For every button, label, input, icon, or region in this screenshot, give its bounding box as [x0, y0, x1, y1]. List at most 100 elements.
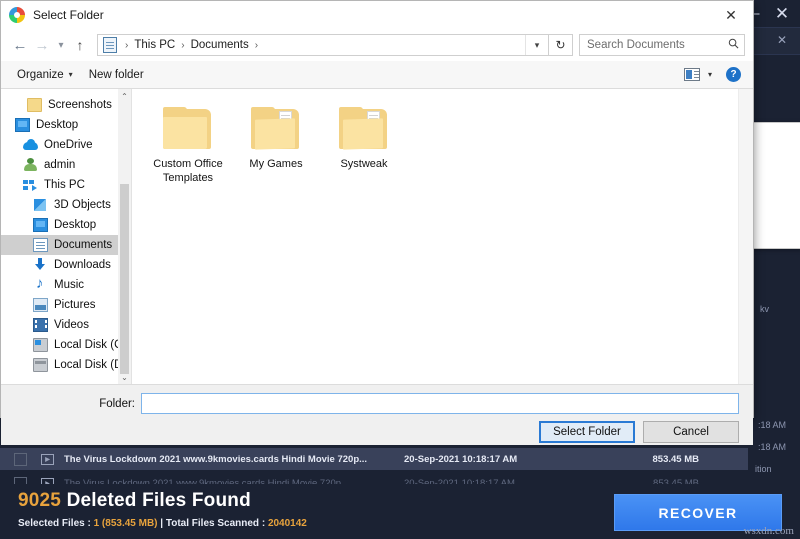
tree-item-admin[interactable]: admin: [1, 155, 131, 175]
tree-item-videos[interactable]: Videos: [1, 315, 131, 335]
dialog-button-row: Select Folder Cancel: [1, 414, 753, 443]
tree-item-label: Pictures: [54, 299, 96, 311]
search-box[interactable]: [579, 34, 745, 56]
search-input[interactable]: [580, 38, 722, 52]
folder-field-label: Folder:: [99, 397, 135, 410]
table-row[interactable]: ▶ The Virus Lockdown 2021 www.9kmovies.c…: [0, 448, 748, 470]
watermark: wsxdn.com: [743, 525, 794, 537]
open-folder-icon: [337, 105, 391, 151]
tree-item-3d-objects[interactable]: 3D Objects: [1, 195, 131, 215]
disk-d-icon: [33, 358, 48, 372]
monitor-icon: [15, 118, 30, 132]
scrollbar-thumb[interactable]: [120, 184, 129, 374]
folder-content-pane: Custom Office Templates My Games Systwea…: [132, 89, 753, 384]
deleted-files-count: 9025: [18, 490, 62, 511]
info-popup-text: ...maged or ...t it. ...ore than ...n. .…: [753, 123, 800, 243]
folder-input[interactable]: [142, 396, 738, 411]
tree-list: Screenshots Desktop OneDrive admin This …: [1, 89, 131, 375]
close-icon[interactable]: ✕: [768, 1, 796, 25]
back-button[interactable]: ←: [9, 33, 31, 57]
info-popup-line: ...t it.: [753, 179, 800, 193]
tree-item-onedrive[interactable]: OneDrive: [1, 135, 131, 155]
organize-button[interactable]: Organize ▾: [9, 69, 81, 81]
3d-objects-icon: [33, 198, 48, 212]
app-logo-icon: [9, 7, 25, 23]
file-date: 20-Sep-2021 10:18:17 AM: [404, 453, 518, 465]
chevron-down-icon: ▾: [68, 70, 73, 79]
tree-item-pictures[interactable]: Pictures: [1, 295, 131, 315]
tree-item-screenshots[interactable]: Screenshots: [1, 95, 131, 115]
breadcrumb-item-this-pc[interactable]: This PC: [132, 39, 177, 51]
info-popup-line: ...n.: [753, 207, 800, 221]
select-folder-button[interactable]: Select Folder: [539, 421, 635, 443]
up-button[interactable]: ↑: [69, 33, 91, 57]
dialog-body: Screenshots Desktop OneDrive admin This …: [1, 89, 753, 384]
row-checkbox[interactable]: [14, 452, 27, 466]
side-snippet: kv: [760, 304, 769, 314]
refresh-button[interactable]: ↻: [549, 34, 573, 56]
breadcrumb-separator: ›: [254, 39, 259, 51]
deleted-files-label: Deleted Files Found: [66, 490, 251, 511]
content-scrollbar[interactable]: [738, 89, 753, 384]
tree-item-local-disk-c[interactable]: Local Disk (C:): [1, 335, 131, 355]
dialog-title: Select Folder: [33, 8, 104, 22]
videos-icon: [33, 318, 48, 332]
folder-input-wrapper[interactable]: [141, 393, 739, 414]
subbar-close-icon[interactable]: ✕: [774, 32, 790, 48]
folder-grid: Custom Office Templates My Games Systwea…: [132, 89, 753, 189]
tree-item-desktop-2[interactable]: Desktop: [1, 215, 131, 235]
tree-item-music[interactable]: Music: [1, 275, 131, 295]
tree-item-desktop[interactable]: Desktop: [1, 115, 131, 135]
dialog-titlebar: Select Folder ✕: [1, 1, 753, 29]
user-icon: [23, 158, 38, 172]
selected-files-prefix: Selected Files :: [18, 518, 94, 529]
tree-item-label: Desktop: [36, 119, 79, 131]
tree-item-label: This PC: [44, 179, 85, 191]
dialog-navbar: ← → ▾ ↑ › This PC › Documents › ▾ ↻: [1, 29, 753, 61]
toolbar-right-group: ▾ ?: [683, 67, 745, 82]
folder-item-my-games[interactable]: My Games: [232, 101, 320, 189]
tree-item-label: Desktop: [54, 219, 97, 231]
tree-item-label: Downloads: [54, 259, 111, 271]
tree-item-label: 3D Objects: [54, 199, 111, 211]
chevron-down-icon[interactable]: ▾: [704, 70, 716, 79]
scanned-files-value: 2040142: [267, 518, 307, 529]
tree-item-this-pc[interactable]: This PC: [1, 175, 131, 195]
info-popup-line: ...maged or: [753, 165, 800, 179]
disk-c-icon: [33, 338, 48, 352]
tree-item-downloads[interactable]: Downloads: [1, 255, 131, 275]
cancel-button[interactable]: Cancel: [643, 421, 739, 443]
side-snippet: ition: [755, 464, 772, 474]
side-snippet: :18 AM: [758, 442, 787, 452]
breadcrumb[interactable]: › This PC › Documents › ▾: [97, 34, 549, 56]
search-icon[interactable]: [722, 38, 744, 52]
info-popup-line: ...ble.: [753, 229, 800, 243]
breadcrumb-item-documents[interactable]: Documents: [189, 39, 251, 51]
new-folder-button[interactable]: New folder: [81, 69, 152, 81]
info-popup: ...maged or ...t it. ...ore than ...n. .…: [752, 122, 800, 249]
scanned-files-prefix: | Total Files Scanned :: [157, 518, 268, 529]
scroll-up-icon[interactable]: ⌃: [121, 89, 128, 103]
download-icon: [33, 258, 48, 272]
tree-item-local-disk-d[interactable]: Local Disk (D:): [1, 355, 131, 375]
forward-button[interactable]: →: [31, 33, 53, 57]
chevron-down-icon[interactable]: ▾: [525, 35, 548, 55]
selected-files-value: 1 (853.45 MB): [93, 518, 158, 529]
tree-item-documents[interactable]: Documents: [1, 235, 131, 255]
tree-item-label: OneDrive: [44, 139, 93, 151]
breadcrumb-separator: ›: [125, 39, 129, 51]
recent-locations-icon[interactable]: ▾: [53, 33, 69, 57]
dialog-close-button[interactable]: ✕: [709, 1, 753, 29]
organize-label: Organize: [17, 68, 64, 81]
tree-item-label: Videos: [54, 319, 89, 331]
tree-scrollbar[interactable]: ⌃ ⌄: [118, 89, 131, 384]
this-pc-icon: [23, 178, 38, 192]
tree-item-label: admin: [44, 159, 76, 171]
folder-item-custom-office-templates[interactable]: Custom Office Templates: [144, 101, 232, 189]
app-footer: 9025 Deleted Files Found Selected Files …: [0, 484, 800, 539]
selection-summary: Selected Files : 1 (853.45 MB) | Total F…: [18, 518, 307, 529]
folder-item-systweak[interactable]: Systweak: [320, 101, 408, 189]
select-folder-dialog: Select Folder ✕ ← → ▾ ↑ › This PC › Docu…: [0, 0, 754, 445]
change-view-icon[interactable]: [683, 68, 700, 81]
help-icon[interactable]: ?: [726, 67, 741, 82]
